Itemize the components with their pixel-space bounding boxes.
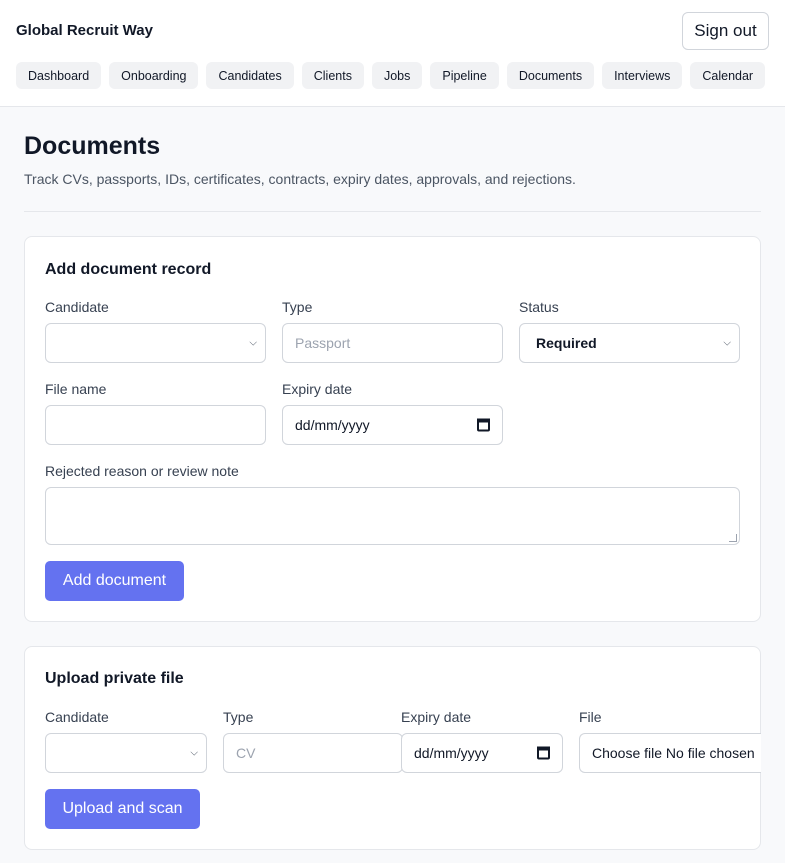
file-name-label: File name [45,381,107,397]
upload-file-card: Upload private file Candidate ⌵ Type CV … [24,646,761,850]
file-picker-input[interactable]: Choose file No file chosen [579,733,761,773]
add-document-card: Add document record Candidate ⌵ Type Pas… [24,236,761,622]
upload-expiry-label: Expiry date [401,709,472,725]
upload-candidate-select[interactable]: ⌵ [45,733,207,773]
upload-type-input[interactable]: CV [223,733,403,773]
nav-item-documents[interactable]: Documents [506,62,595,89]
upload-expiry-input[interactable]: dd/mm/yyyy [401,733,563,773]
divider [24,211,761,212]
chevron-down-icon: ⌵ [723,337,731,349]
candidate-label: Candidate [45,299,109,315]
file-name-input[interactable] [45,405,266,445]
candidate-select[interactable]: ⌵ [45,323,266,363]
brand-name: Global Recruit Way [16,22,153,39]
chevron-down-icon: ⌵ [249,337,257,349]
upload-type-placeholder: CV [236,745,256,761]
status-label: Status [519,299,559,315]
type-input[interactable]: Passport [282,323,503,363]
file-picker-value: Choose file No file chosen [592,745,755,761]
expiry-date-label: Expiry date [282,381,353,397]
top-bar: Global Recruit Way Sign out Dashboard On… [0,0,785,107]
nav-item-dashboard[interactable]: Dashboard [16,62,102,89]
upload-and-scan-button[interactable]: Upload and scan [45,789,200,829]
nav-item-calendar[interactable]: Calendar [690,62,766,89]
status-select-value: Required [536,335,597,351]
page-title: Documents [24,132,161,160]
nav-item-jobs[interactable]: Jobs [371,62,423,89]
review-note-textarea[interactable] [45,487,740,545]
upload-type-label: Type [223,709,254,725]
type-label: Type [282,299,313,315]
calendar-icon[interactable] [477,418,490,432]
add-document-button[interactable]: Add document [45,561,184,601]
nav-item-onboarding[interactable]: Onboarding [109,62,199,89]
nav-item-clients[interactable]: Clients [301,62,364,89]
nav-item-interviews[interactable]: Interviews [602,62,683,89]
calendar-icon[interactable] [537,746,550,760]
upload-expiry-placeholder: dd/mm/yyyy [414,745,489,761]
nav-item-pipeline[interactable]: Pipeline [430,62,499,89]
upload-file-title: Upload private file [45,670,184,687]
page-subtitle: Track CVs, passports, IDs, certificates,… [24,171,576,187]
type-input-placeholder: Passport [295,335,351,351]
chevron-down-icon: ⌵ [190,747,198,759]
file-label: File [579,709,602,725]
nav-item-candidates[interactable]: Candidates [206,62,294,89]
main-nav: Dashboard Onboarding Candidates Clients … [16,62,766,89]
resize-handle-icon[interactable] [729,534,737,542]
expiry-date-input[interactable]: dd/mm/yyyy [282,405,503,445]
status-select[interactable]: Required ⌵ [519,323,740,363]
expiry-date-placeholder: dd/mm/yyyy [295,417,370,433]
note-label: Rejected reason or review note [45,463,239,479]
upload-candidate-label: Candidate [45,709,109,725]
sign-out-button[interactable]: Sign out [682,12,769,50]
add-document-title: Add document record [45,261,212,278]
